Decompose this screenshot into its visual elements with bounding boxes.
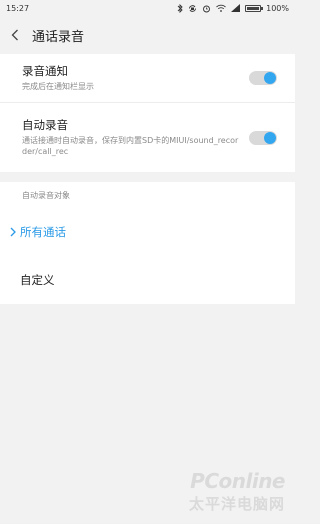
signal-icon — [231, 4, 241, 12]
setting-text: 录音通知 完成后在通知栏显示 — [22, 64, 249, 92]
watermark-subtitle: 太平洋电脑网 — [188, 495, 285, 513]
wifi-icon — [216, 4, 226, 12]
status-icons: 100% — [177, 3, 289, 13]
bluetooth-icon — [177, 3, 183, 13]
chevron-right-icon — [8, 227, 18, 237]
option-label: 所有通话 — [20, 225, 66, 239]
option-custom[interactable]: 自定义 — [0, 256, 295, 304]
battery-icon — [245, 4, 264, 12]
section-header: 自动录音对象 — [0, 182, 295, 208]
watermark-brand: PConline — [190, 469, 285, 493]
battery-percent: 100% — [266, 3, 289, 13]
back-button[interactable] — [0, 16, 30, 54]
watermark-logo: PConline 太平洋电脑网 — [188, 469, 286, 514]
setting-title: 录音通知 — [22, 64, 68, 78]
battery-fill — [247, 6, 260, 10]
setting-text: 自动录音 通话接通时自动录音，保存到内置SD卡的MIUI/sound_recor… — [22, 118, 249, 157]
option-label: 自定义 — [20, 273, 55, 287]
setting-subtitle: 通话接通时自动录音，保存到内置SD卡的MIUI/sound_recorder/c… — [22, 136, 239, 156]
battery-cap — [261, 7, 264, 10]
setting-subtitle: 完成后在通知栏显示 — [22, 82, 94, 91]
auto-record-row[interactable]: 自动录音 通话接通时自动录音，保存到内置SD卡的MIUI/sound_recor… — [0, 102, 295, 172]
option-all-calls[interactable]: 所有通话 — [0, 208, 295, 256]
recording-notification-toggle[interactable] — [249, 71, 277, 85]
chevron-left-icon — [11, 26, 19, 45]
toggle-knob — [264, 131, 276, 144]
toggle-knob — [264, 72, 276, 84]
auto-record-toggle[interactable] — [249, 130, 277, 145]
status-bar: 15:27 100% — [0, 0, 295, 16]
recording-notification-row[interactable]: 录音通知 完成后在通知栏显示 — [0, 54, 295, 102]
setting-title: 自动录音 — [22, 118, 68, 132]
status-time: 15:27 — [6, 3, 30, 13]
alarm-icon — [202, 4, 211, 13]
settings-card: 录音通知 完成后在通知栏显示 自动录音 通话接通时自动录音，保存到内置SD卡的M… — [0, 54, 295, 172]
section-divider — [0, 172, 295, 182]
title-bar: 通话录音 — [0, 16, 295, 54]
page-title: 通话录音 — [32, 29, 85, 45]
rotation-lock-icon — [188, 4, 197, 13]
